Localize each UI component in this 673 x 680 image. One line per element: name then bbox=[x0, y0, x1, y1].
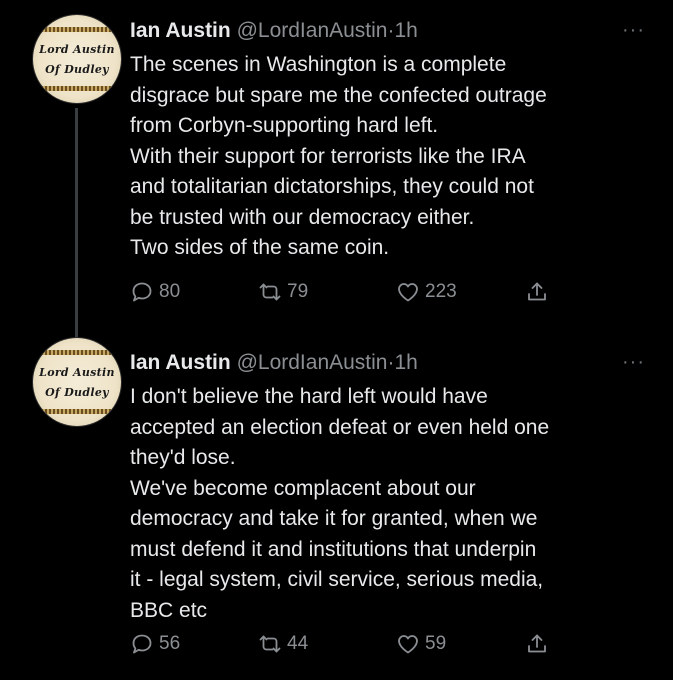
share-button[interactable] bbox=[525, 629, 554, 659]
tweet-header: Ian Austin @LordIanAustin·1h bbox=[130, 17, 418, 45]
like-count: 223 bbox=[425, 281, 457, 302]
tweet-timestamp[interactable]: 1h bbox=[395, 19, 418, 42]
tweet-text-line: BBC etc bbox=[130, 598, 208, 622]
avatar-text-line-1: Lord Austin bbox=[39, 366, 115, 379]
header-separator: · bbox=[387, 19, 395, 42]
tweet-text-line: disgrace but spare me the confected outr… bbox=[130, 83, 547, 107]
tweet-text-line: The scenes in Washington is a complete bbox=[130, 53, 507, 76]
author-handle[interactable]: @LordIanAustin bbox=[237, 19, 388, 42]
tweet-text-line: and totalitarian dictatorships, they cou… bbox=[130, 175, 534, 198]
avatar[interactable]: Lord Austin Of Dudley bbox=[33, 338, 121, 426]
tweet-text-line: With their support for terrorists like t… bbox=[130, 144, 526, 168]
reply-bubble-icon bbox=[132, 282, 152, 302]
like-count: 59 bbox=[425, 633, 447, 654]
tweet-text: The scenes in Washington is a complete d… bbox=[130, 50, 660, 264]
tweet-text-line: democracy and take it for granted, when … bbox=[130, 507, 538, 530]
heart-icon bbox=[398, 283, 418, 302]
avatar-text-line-2: Of Dudley bbox=[45, 63, 109, 76]
retweet-arrows-icon bbox=[259, 635, 281, 653]
tweet-text: I don't believe the hard left would have… bbox=[130, 382, 660, 626]
more-options-icon[interactable]: ··· bbox=[622, 20, 645, 40]
retweet-count: 79 bbox=[287, 281, 309, 302]
tweet-text-line: We've become complacent about our bbox=[130, 476, 476, 500]
avatar[interactable]: Lord Austin Of Dudley bbox=[33, 15, 121, 103]
more-options-icon[interactable]: ··· bbox=[622, 352, 645, 372]
tweet-timestamp[interactable]: 1h bbox=[395, 351, 418, 374]
retweet-arrows-icon bbox=[259, 283, 281, 301]
avatar-text-line-1: Lord Austin bbox=[39, 43, 115, 56]
tweet-text-line: it - legal system, civil service, seriou… bbox=[130, 568, 544, 591]
tweet-text-line: be trusted with our democracy either. bbox=[130, 205, 475, 229]
reply-button[interactable]: 80 bbox=[130, 277, 180, 307]
author-name[interactable]: Ian Austin bbox=[130, 351, 231, 374]
tweet-text-line: I don't believe the hard left would have bbox=[130, 385, 488, 408]
thread-connector-line bbox=[75, 108, 78, 340]
header-separator: · bbox=[387, 351, 395, 374]
reply-bubble-icon bbox=[132, 634, 152, 654]
reply-count: 56 bbox=[159, 633, 181, 654]
share-upload-icon bbox=[528, 634, 546, 653]
avatar-text-line-2: Of Dudley bbox=[45, 386, 109, 399]
author-name[interactable]: Ian Austin bbox=[130, 19, 231, 42]
tweet[interactable]: Lord Austin Of Dudley Ian Austin @LordIa… bbox=[0, 332, 673, 680]
like-button[interactable]: 223 bbox=[396, 277, 457, 307]
tweet[interactable]: Lord Austin Of Dudley Ian Austin @LordIa… bbox=[0, 0, 673, 340]
reply-count: 80 bbox=[159, 281, 181, 302]
avatar-rule-top bbox=[41, 27, 113, 32]
avatar-rule-bottom bbox=[41, 86, 113, 91]
reply-button[interactable]: 56 bbox=[130, 629, 180, 659]
retweet-button[interactable]: 44 bbox=[258, 629, 308, 659]
tweet-text-line: from Corbyn-supporting hard left. bbox=[130, 114, 439, 137]
tweet-text-line: they'd lose. bbox=[130, 446, 236, 469]
share-button[interactable] bbox=[525, 277, 554, 307]
like-button[interactable]: 59 bbox=[396, 629, 446, 659]
retweet-button[interactable]: 79 bbox=[258, 277, 308, 307]
author-handle[interactable]: @LordIanAustin bbox=[237, 351, 388, 374]
tweet-actions: 80 79 223 bbox=[130, 277, 560, 307]
avatar-rule-top bbox=[41, 350, 113, 355]
heart-icon bbox=[398, 635, 418, 654]
share-upload-icon bbox=[528, 282, 546, 301]
tweet-text-line: Two sides of the same coin. bbox=[130, 236, 390, 259]
retweet-count: 44 bbox=[287, 633, 309, 654]
tweet-text-line: must defend it and institutions that und… bbox=[130, 537, 537, 561]
tweet-header: Ian Austin @LordIanAustin·1h bbox=[130, 349, 418, 377]
tweet-text-line: accepted an election defeat or even held… bbox=[130, 415, 550, 439]
avatar-rule-bottom bbox=[41, 409, 113, 414]
tweet-actions: 56 44 59 bbox=[130, 629, 560, 659]
